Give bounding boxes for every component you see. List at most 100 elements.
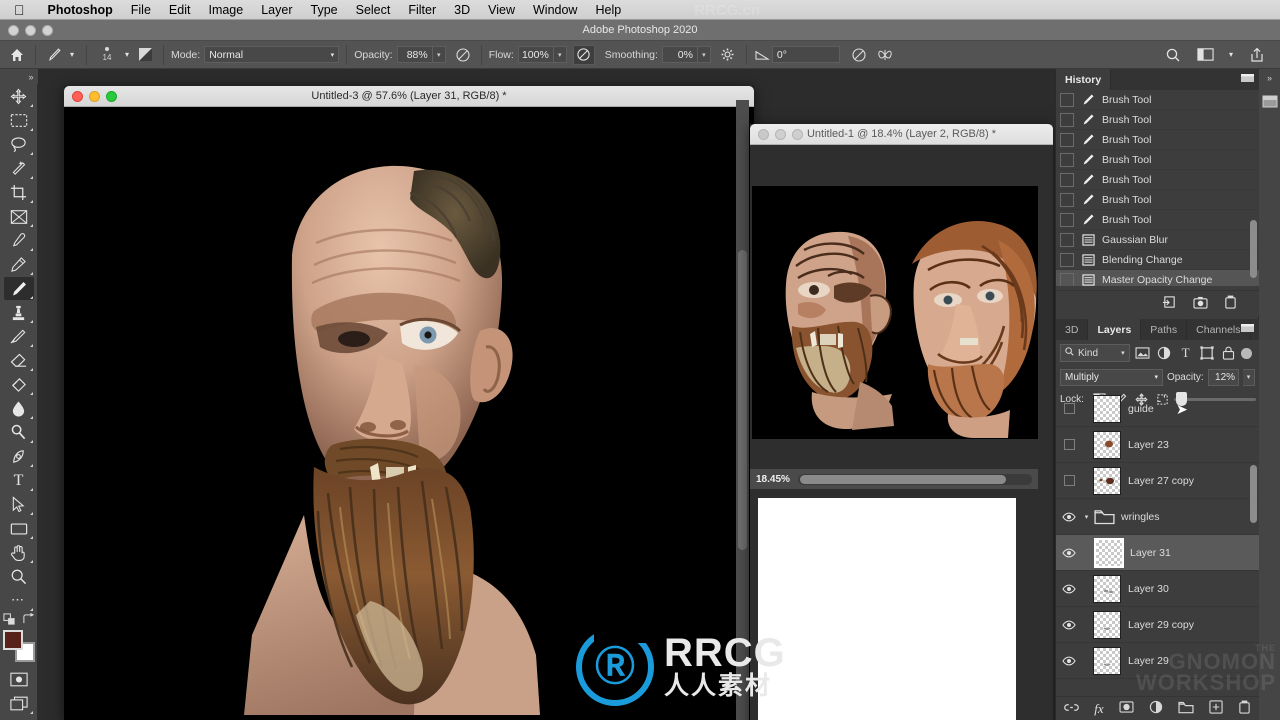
panel-menu-icon[interactable] (1241, 73, 1254, 85)
brush-size-preview[interactable]: 14 (94, 43, 120, 67)
menu-item-layer[interactable]: Layer (252, 0, 301, 20)
flow-input[interactable]: 100% (517, 46, 554, 63)
search-icon[interactable] (1162, 44, 1184, 66)
smart-object-filter-icon[interactable] (1220, 345, 1236, 362)
layer-thumbnail[interactable] (1093, 610, 1121, 639)
document-1-window-controls[interactable] (72, 91, 117, 102)
document-2-window-controls[interactable] (758, 129, 803, 140)
minimize-button[interactable] (775, 129, 786, 140)
opacity-chevron-down-icon[interactable]: ▾ (432, 46, 446, 63)
smoothing-chevron-down-icon[interactable]: ▾ (697, 46, 711, 63)
maximize-button[interactable] (792, 129, 803, 140)
menu-item-type[interactable]: Type (302, 0, 347, 20)
menu-item-file[interactable]: File (122, 0, 160, 20)
menu-item-window[interactable]: Window (524, 0, 586, 20)
history-snapshot-box[interactable] (1060, 232, 1074, 247)
layer-blend-mode-select[interactable]: Multiply ▾ (1060, 368, 1163, 386)
menu-item-edit[interactable]: Edit (160, 0, 200, 20)
tab-layers[interactable]: Layers (1088, 319, 1142, 340)
lasso-tool[interactable] (4, 133, 34, 156)
document-2-lower-canvas[interactable] (758, 498, 1016, 720)
window-controls[interactable] (8, 25, 53, 36)
new-document-from-state-icon[interactable] (1162, 295, 1177, 312)
flow-chevron-down-icon[interactable]: ▾ (553, 46, 567, 63)
layer-name[interactable]: Layer 23 (1128, 439, 1169, 451)
history-item[interactable]: Brush Tool (1056, 210, 1259, 230)
menu-item-view[interactable]: View (479, 0, 524, 20)
shape-layer-filter-icon[interactable] (1199, 345, 1215, 362)
layer-row-layer-23[interactable]: Layer 23 (1056, 427, 1259, 463)
history-snapshot-box[interactable] (1060, 92, 1074, 107)
history-item[interactable]: Brush Tool (1056, 150, 1259, 170)
new-snapshot-icon[interactable] (1193, 296, 1208, 312)
gear-icon[interactable] (717, 44, 739, 66)
history-item[interactable]: Brush Tool (1056, 190, 1259, 210)
layer-thumbnail[interactable] (1093, 430, 1121, 459)
healing-brush-tool[interactable] (4, 253, 34, 276)
layer-name[interactable]: Layer 31 (1130, 547, 1171, 559)
history-snapshot-box[interactable] (1060, 272, 1074, 286)
layer-thumbnail[interactable] (1093, 574, 1121, 603)
layer-thumbnail[interactable] (1093, 394, 1121, 423)
history-scrollbar-thumb[interactable] (1250, 220, 1257, 278)
add-layer-mask-icon[interactable] (1119, 701, 1134, 716)
layer-kind-filter-select[interactable]: Kind ▾ (1060, 344, 1130, 362)
new-adjustment-layer-icon[interactable] (1149, 700, 1163, 717)
smoothing-input[interactable]: 0% (661, 46, 698, 63)
scrollbar-thumb[interactable] (799, 474, 1006, 484)
layer-thumbnail[interactable] (1093, 466, 1121, 495)
layer-name[interactable]: Layer 27 copy (1128, 475, 1194, 487)
link-layers-icon[interactable] (1064, 702, 1080, 716)
layer-opacity-input[interactable]: 12% (1207, 368, 1240, 386)
menu-item-help[interactable]: Help (586, 0, 630, 20)
layers-list[interactable]: guide Layer 23 Layer 27 copy ▾ wringles … (1056, 391, 1259, 696)
layer-name[interactable]: Layer 29 copy (1128, 619, 1194, 631)
layer-visibility-toggle[interactable] (1058, 620, 1080, 630)
brush-icon[interactable] (43, 44, 65, 66)
hand-tool[interactable] (4, 541, 34, 564)
gradient-tool[interactable] (4, 373, 34, 396)
layer-style-fx-icon[interactable]: fx (1094, 701, 1103, 717)
layer-thumbnail[interactable] (1093, 646, 1121, 675)
document-2-title-bar[interactable]: Untitled-1 @ 18.4% (Layer 2, RGB/8) * (750, 124, 1053, 145)
layer-visibility-toggle[interactable] (1058, 584, 1080, 594)
maximize-button[interactable] (106, 91, 117, 102)
layer-name[interactable]: Layer 29 (1128, 655, 1169, 667)
history-item[interactable]: Brush Tool (1056, 110, 1259, 130)
history-item-active[interactable]: Master Opacity Change (1056, 270, 1259, 286)
brush-tool[interactable] (3, 277, 34, 300)
history-item[interactable]: Blending Change (1056, 250, 1259, 270)
type-layer-filter-icon[interactable]: T (1177, 345, 1193, 362)
panel-menu-icon[interactable] (1241, 323, 1254, 335)
workspace-chevron-down-icon[interactable]: ▾ (1226, 44, 1236, 66)
history-snapshot-box[interactable] (1060, 112, 1074, 127)
menu-item-3d[interactable]: 3D (445, 0, 479, 20)
menu-item-image[interactable]: Image (199, 0, 252, 20)
group-expander-chevron-down-icon[interactable]: ▾ (1080, 513, 1093, 521)
history-snapshot-box[interactable] (1060, 252, 1074, 267)
pixel-layer-filter-icon[interactable] (1135, 345, 1151, 362)
menu-item-photoshop[interactable]: Photoshop (39, 0, 122, 20)
layer-row-layer-27-copy[interactable]: Layer 27 copy (1056, 463, 1259, 499)
layer-row-guide[interactable]: guide (1056, 391, 1259, 427)
move-tool[interactable] (4, 85, 34, 108)
layer-row-layer-31[interactable]: Layer 31 (1056, 535, 1259, 571)
tab-3d[interactable]: 3D (1056, 319, 1089, 340)
layer-row-group-wringles[interactable]: ▾ wringles (1056, 499, 1259, 535)
adjustment-layer-filter-icon[interactable] (1156, 345, 1172, 362)
screen-mode-icon[interactable] (4, 692, 34, 715)
layer-name[interactable]: wringles (1121, 511, 1160, 523)
eyedropper-tool[interactable] (4, 229, 34, 252)
delete-icon[interactable] (1224, 295, 1237, 312)
layer-visibility-toggle[interactable] (1058, 512, 1080, 522)
workspace-icon[interactable] (1194, 44, 1216, 66)
history-snapshot-box[interactable] (1060, 152, 1074, 167)
document-window-untitled-1[interactable]: Untitled-1 @ 18.4% (Layer 2, RGB/8) * 18… (750, 124, 1053, 720)
layer-visibility-toggle[interactable] (1058, 656, 1080, 666)
document-1-title-bar[interactable]: Untitled-3 @ 57.6% (Layer 31, RGB/8) * (64, 86, 754, 107)
layer-visibility-toggle[interactable] (1058, 439, 1080, 450)
opacity-input[interactable]: 88% (396, 46, 433, 63)
blend-mode-select[interactable]: Normal ▾ (204, 46, 340, 63)
document-window-untitled-3[interactable]: Untitled-3 @ 57.6% (Layer 31, RGB/8) * (64, 86, 754, 720)
apple-logo-icon[interactable]:  (14, 3, 25, 17)
